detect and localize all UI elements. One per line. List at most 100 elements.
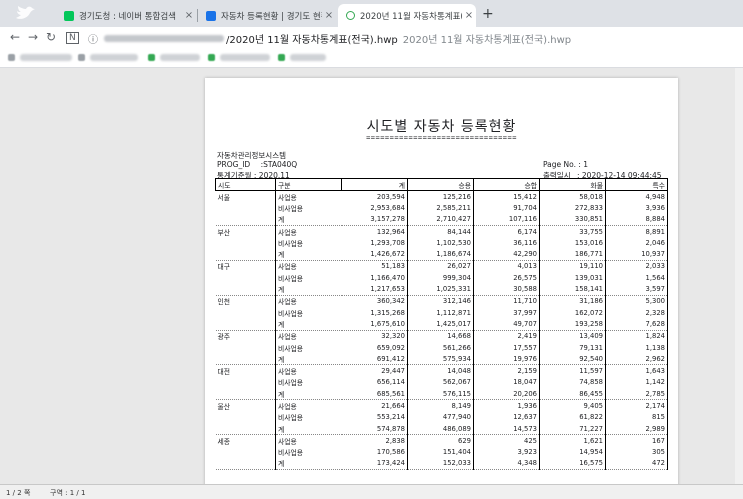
value-cell: 49,707 xyxy=(473,318,540,331)
header-van: 승합 xyxy=(473,178,540,191)
bookmark-item[interactable] xyxy=(290,54,326,61)
value-cell: 19,110 xyxy=(539,260,606,273)
value-cell: 42,290 xyxy=(473,248,540,261)
value-cell: 18,047 xyxy=(473,376,540,389)
value-cell: 16,575 xyxy=(539,457,606,471)
tab-strip: 경기도청 : 네이버 통합검색 × 자동차 등록현황 | 경기도 현황 × 20… xyxy=(0,0,743,27)
tab-title: 2020년 11월 자동차통계표(전국 xyxy=(360,11,462,22)
info-icon[interactable]: ⓘ xyxy=(88,31,98,46)
prog-value: :STA040Q xyxy=(260,160,298,169)
value-cell: 1,824 xyxy=(605,330,668,342)
category-cell: 사업용 xyxy=(275,330,342,342)
value-cell: 186,771 xyxy=(539,248,606,261)
value-cell: 1,186,674 xyxy=(407,248,474,261)
bookmark-item[interactable] xyxy=(20,54,72,61)
value-cell: 4,948 xyxy=(605,190,668,203)
table-row: 비사업용 170,586 151,404 3,923 14,954 305 xyxy=(216,446,668,458)
value-cell: 74,858 xyxy=(539,376,606,389)
category-cell: 비사업용 xyxy=(275,446,342,458)
value-cell: 562,067 xyxy=(407,376,474,389)
forward-button[interactable]: → xyxy=(28,30,38,44)
value-cell: 2,962 xyxy=(605,353,668,366)
tab-car-registration[interactable]: 자동차 등록현황 | 경기도 현황 × xyxy=(198,4,336,27)
value-cell: 3,597 xyxy=(605,283,668,296)
close-icon[interactable]: × xyxy=(462,10,476,21)
value-cell: 86,455 xyxy=(539,388,606,401)
value-cell: 477,940 xyxy=(407,411,474,423)
naver-home-button[interactable]: N xyxy=(66,32,79,44)
value-cell: 132,964 xyxy=(341,225,408,238)
prog-label: PROG_ID xyxy=(217,160,251,169)
bookmark-item[interactable] xyxy=(160,54,200,61)
category-cell: 비사업용 xyxy=(275,341,342,354)
url-bar[interactable]: ⓘ /2020년 11월 자동차통계표(전국).hwp 2020년 11월 자동… xyxy=(88,29,571,47)
document-viewer[interactable]: 시도별 자동차 등록현황 ===========================… xyxy=(0,68,743,484)
category-cell: 비사업용 xyxy=(275,272,342,284)
value-cell: 158,141 xyxy=(539,283,606,296)
value-cell: 92,540 xyxy=(539,353,606,366)
header-region: 시도 xyxy=(215,178,276,191)
value-cell: 2,585,211 xyxy=(407,202,474,214)
region-cell xyxy=(215,213,276,226)
registration-table: 시도 구분 계 승용 승합 화물 특수 서울 사업용 203,594 125,216 1… xyxy=(215,178,668,471)
value-cell: 1,112,871 xyxy=(407,306,474,319)
value-cell: 2,838 xyxy=(341,434,408,447)
table-row: 서울 사업용 203,594 125,216 15,412 58,018 4,948 xyxy=(216,190,668,203)
value-cell: 6,174 xyxy=(473,225,540,238)
value-cell: 91,704 xyxy=(473,202,540,214)
close-icon[interactable]: × xyxy=(182,10,196,21)
page-value: : 1 xyxy=(578,160,589,169)
header-special: 특수 xyxy=(605,178,668,191)
page-label: Page No. xyxy=(543,160,576,169)
reload-button[interactable]: ↻ xyxy=(46,30,56,44)
table-row: 비사업용 553,214 477,940 12,637 61,822 815 xyxy=(216,411,668,423)
value-cell: 574,878 xyxy=(341,422,408,436)
region-cell xyxy=(216,377,276,388)
table-row: 비사업용 656,114 562,067 18,047 74,858 1,142 xyxy=(216,376,668,389)
region-cell xyxy=(216,307,276,318)
close-icon[interactable]: × xyxy=(322,10,336,21)
back-button[interactable]: ← xyxy=(10,30,20,44)
region-cell xyxy=(215,422,276,436)
document-page: 시도별 자동차 등록현황 ===========================… xyxy=(205,78,678,484)
value-cell: 3,157,278 xyxy=(341,213,408,226)
category-cell: 계 xyxy=(275,318,342,331)
value-cell: 13,409 xyxy=(539,330,606,342)
url-suffix: 2020년 11월 자동차통계표(전국).hwp xyxy=(402,34,572,46)
value-cell: 107,116 xyxy=(473,213,540,226)
new-tab-button[interactable]: + xyxy=(482,6,494,22)
value-cell: 2,033 xyxy=(605,260,668,273)
value-cell: 26,575 xyxy=(473,272,540,284)
value-cell: 685,561 xyxy=(341,388,408,401)
header-passenger: 승용 xyxy=(407,178,474,191)
header-category: 구분 xyxy=(275,178,342,191)
value-cell: 2,419 xyxy=(473,330,540,342)
region-cell: 서울 xyxy=(217,193,231,202)
bookmark-item[interactable] xyxy=(90,54,138,61)
url-path: /2020년 11월 자동차통계표(전국).hwp xyxy=(226,34,398,46)
bookmark-item[interactable] xyxy=(220,54,270,61)
value-cell: 815 xyxy=(605,411,668,423)
value-cell: 12,637 xyxy=(473,411,540,423)
category-cell: 사업용 xyxy=(275,364,342,377)
value-cell: 10,937 xyxy=(605,248,668,261)
value-cell: 1,315,268 xyxy=(341,306,408,319)
bird-logo-icon xyxy=(16,6,35,19)
category-cell: 비사업용 xyxy=(275,306,342,319)
value-cell: 656,114 xyxy=(341,376,408,389)
value-cell: 8,149 xyxy=(407,399,474,412)
vertical-scrollbar[interactable] xyxy=(735,68,743,484)
value-cell: 1,217,653 xyxy=(341,283,408,296)
table-row: 비사업용 2,953,684 2,585,211 91,704 272,833 3,936 xyxy=(216,202,668,214)
tab-naver-search[interactable]: 경기도청 : 네이버 통합검색 × xyxy=(56,4,196,27)
tab-hwp-statistics[interactable]: 2020년 11월 자동차통계표(전국 × xyxy=(338,4,476,27)
table-row: 계 3,157,278 2,710,427 107,116 330,851 8,884 xyxy=(215,213,668,226)
table-row: 계 685,561 576,115 20,206 86,455 2,785 xyxy=(215,388,668,401)
table-row: 계 1,217,653 1,025,331 30,588 158,141 3,597 xyxy=(215,283,668,296)
category-cell: 사업용 xyxy=(275,434,342,447)
value-cell: 5,300 xyxy=(605,295,668,307)
value-cell: 21,664 xyxy=(341,399,408,412)
status-bar: 1 / 2 쪽 구역 : 1 / 1 xyxy=(0,484,743,499)
value-cell: 629 xyxy=(407,434,474,447)
table-row: 세종 사업용 2,838 629 425 1,621 167 xyxy=(216,434,668,447)
